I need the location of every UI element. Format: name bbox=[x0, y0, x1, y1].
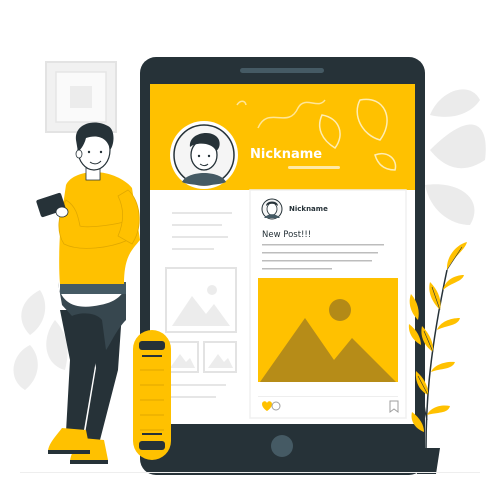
person-phone bbox=[36, 192, 69, 218]
illustration-stage: Nickname Nickname New Post!!! bbox=[0, 0, 500, 500]
post-author-avatar[interactable] bbox=[261, 198, 283, 220]
profile-avatar[interactable] bbox=[170, 121, 238, 189]
wall-frame bbox=[45, 61, 117, 133]
ground-line bbox=[20, 472, 480, 473]
post-image[interactable] bbox=[258, 278, 398, 382]
person-character bbox=[36, 122, 141, 464]
post-author-name: Nickname bbox=[289, 205, 328, 213]
illustration bbox=[13, 57, 486, 475]
skateboard bbox=[133, 330, 171, 460]
post-text: New Post!!! bbox=[262, 230, 312, 240]
home-button-icon[interactable] bbox=[271, 435, 293, 457]
background-plant-left bbox=[13, 290, 68, 390]
background-leaves bbox=[425, 89, 486, 225]
profile-nickname: Nickname bbox=[250, 147, 323, 162]
post-card[interactable] bbox=[249, 189, 407, 419]
